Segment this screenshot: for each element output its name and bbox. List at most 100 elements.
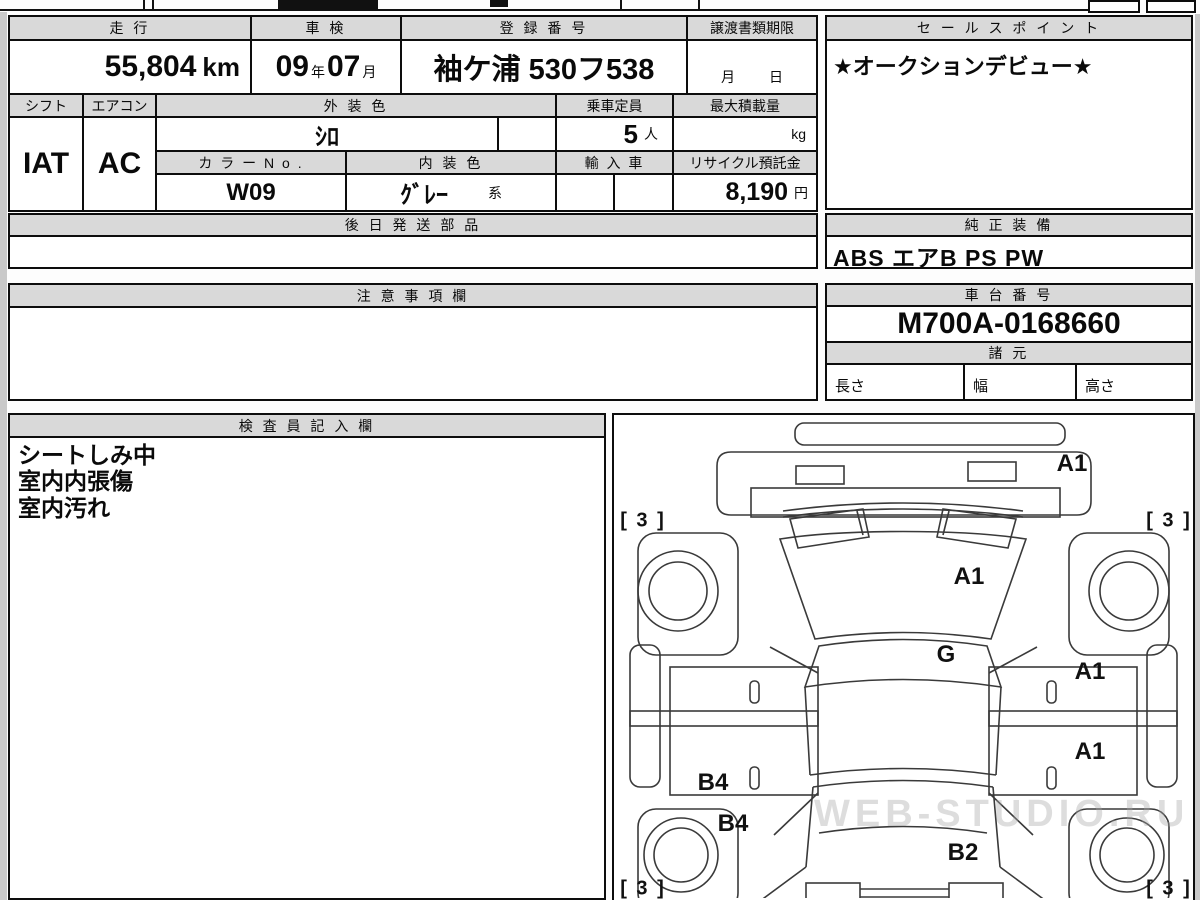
shift-header-label: シフト — [25, 97, 67, 114]
capacity-unit: 人 — [644, 126, 658, 142]
equipment-content: ABS エアB PS PW — [825, 235, 1193, 269]
maxload-unit: kg — [791, 126, 806, 142]
maxload-value: kg — [672, 116, 818, 152]
mileage-unit: km — [202, 51, 240, 82]
registration-header: 登 録 番 号 — [400, 15, 688, 41]
later-parts-content — [8, 235, 818, 269]
spec-width-cell: 幅 — [963, 363, 1077, 401]
interior-color-value: ｸﾞﾚｰ 系 — [345, 173, 557, 212]
recycle-header: リサイクル預託金 — [672, 150, 818, 175]
aircon-header: エアコン — [82, 93, 157, 118]
transfer-header: 譲渡書類期限 — [686, 15, 818, 41]
notes-header: 注 意 事 項 欄 — [8, 283, 818, 308]
sales-point-header-label: セ ー ル ス ポ イ ン ト — [916, 20, 1102, 36]
diagram-label: [ 3 ] — [620, 509, 666, 532]
spec-height-label: 高さ — [1085, 378, 1116, 395]
later-parts-header: 後 日 発 送 部 品 — [8, 213, 818, 237]
capacity-value: 5 人 — [555, 116, 674, 152]
interior-color-header: 内 装 色 — [345, 150, 557, 175]
scan-edge-right — [1195, 14, 1200, 900]
sales-point-header: セ ー ル ス ポ イ ン ト — [825, 15, 1193, 41]
specs-header-label: 諸 元 — [988, 345, 1030, 361]
chassis-header-label: 車 台 番 号 — [964, 287, 1054, 303]
inspector-line: シートしみ中 — [18, 442, 156, 468]
mileage-number: 55,804 — [104, 50, 197, 83]
exterior-color-text: ｼﾛ — [315, 123, 339, 151]
chassis-header: 車 台 番 号 — [825, 283, 1193, 307]
inspection-value: 09 年 07 月 — [250, 39, 402, 95]
auction-sheet: 走 行 車 検 登 録 番 号 譲渡書類期限 55,804 km 09 年 07… — [0, 0, 1200, 900]
inspection-month: 07 — [327, 50, 361, 83]
interior-color-text: ｸﾞﾚｰ — [400, 182, 448, 209]
exterior-color-value: ｼﾛ — [155, 116, 499, 152]
transfer-month-char: 月 — [721, 69, 735, 85]
spec-length-cell: 長さ — [825, 363, 965, 401]
diagram-label: A1 — [1074, 738, 1106, 765]
diagram-label: [ 3 ] — [620, 877, 666, 900]
specs-header: 諸 元 — [825, 341, 1193, 365]
diagram-label: [ 3 ] — [1146, 509, 1192, 532]
registration-value: 袖ケ浦 530フ538 — [400, 39, 688, 95]
registration-header-label: 登 録 番 号 — [499, 20, 589, 36]
capacity-header-label: 乗車定員 — [586, 97, 643, 114]
exterior-color-header-label: 外 装 色 — [323, 97, 389, 114]
capacity-number: 5 — [623, 118, 638, 149]
inspector-content: シートしみ中 室内内張傷 室内汚れ — [8, 436, 606, 900]
equipment-header: 純 正 装 備 — [825, 213, 1193, 237]
later-parts-header-label: 後 日 発 送 部 品 — [344, 217, 482, 233]
recycle-unit: 円 — [794, 184, 808, 201]
mileage-header: 走 行 — [8, 15, 252, 41]
registration-number: 袖ケ浦 530フ538 — [433, 54, 655, 86]
diagram-label: B4 — [697, 769, 729, 796]
import-header: 輸 入 車 — [555, 150, 674, 175]
chassis-value: M700A-0168660 — [825, 305, 1193, 343]
diagram-watermark: WEB-STUDIO.RU — [814, 793, 1190, 835]
inspection-year-char: 年 — [311, 64, 325, 80]
recycle-amount: 8,190 — [725, 178, 788, 206]
recycle-header-label: リサイクル預託金 — [689, 154, 801, 171]
sales-point-text: ★オークションデビュー★ — [833, 54, 1093, 79]
inspection-header-label: 車 検 — [305, 20, 347, 36]
capacity-header: 乗車定員 — [555, 93, 674, 118]
aircon-header-label: エアコン — [91, 97, 148, 114]
transfer-day-char: 日 — [769, 69, 783, 85]
inspector-line: 室内内張傷 — [18, 468, 133, 495]
colorno-value: W09 — [155, 173, 347, 212]
colorno-header-label: カ ラ ー N o . — [198, 154, 304, 171]
spec-length-label: 長さ — [835, 378, 866, 395]
sales-point-content: ★オークションデビュー★ — [825, 39, 1193, 210]
shift-header: シフト — [8, 93, 84, 118]
import-value-cell-1 — [555, 173, 615, 212]
exterior-color-extra-cell — [497, 116, 557, 152]
mileage-header-label: 走 行 — [109, 20, 151, 36]
diagram-label: A1 — [1056, 450, 1088, 477]
diagram-label: G — [936, 641, 956, 668]
diagram-label: A1 — [953, 563, 985, 590]
spec-width-label: 幅 — [973, 378, 989, 395]
interior-color-header-label: 内 装 色 — [418, 154, 484, 171]
diagram-label: [ 3 ] — [1146, 877, 1192, 900]
inspector-line: 室内汚れ — [18, 494, 110, 521]
colorno-header: カ ラ ー N o . — [155, 150, 347, 175]
chassis-number: M700A-0168660 — [897, 307, 1121, 340]
interior-color-suffix: 系 — [488, 184, 502, 201]
transfer-header-label: 譲渡書類期限 — [710, 20, 794, 36]
equipment-header-label: 純 正 装 備 — [964, 217, 1054, 233]
recycle-value: 8,190 円 — [672, 173, 818, 212]
inspection-month-char: 月 — [362, 64, 377, 80]
equipment-text: ABS エアB PS PW — [833, 245, 1045, 269]
aircon-code: AC — [97, 147, 142, 180]
import-header-label: 輸 入 車 — [584, 154, 645, 171]
aircon-value: AC — [82, 116, 157, 212]
maxload-header-label: 最大積載量 — [710, 97, 780, 114]
spec-height-cell: 高さ — [1075, 363, 1193, 401]
notes-header-label: 注 意 事 項 欄 — [356, 287, 470, 304]
maxload-header: 最大積載量 — [672, 93, 818, 118]
inspection-year: 09 — [275, 50, 309, 83]
inspection-header: 車 検 — [250, 15, 402, 41]
shift-value: IAT — [8, 116, 84, 212]
transfer-value: 月 日 — [686, 39, 818, 95]
import-value-cell-2 — [613, 173, 674, 212]
scan-edge-left — [0, 12, 7, 900]
colorno-code: W09 — [226, 178, 276, 206]
